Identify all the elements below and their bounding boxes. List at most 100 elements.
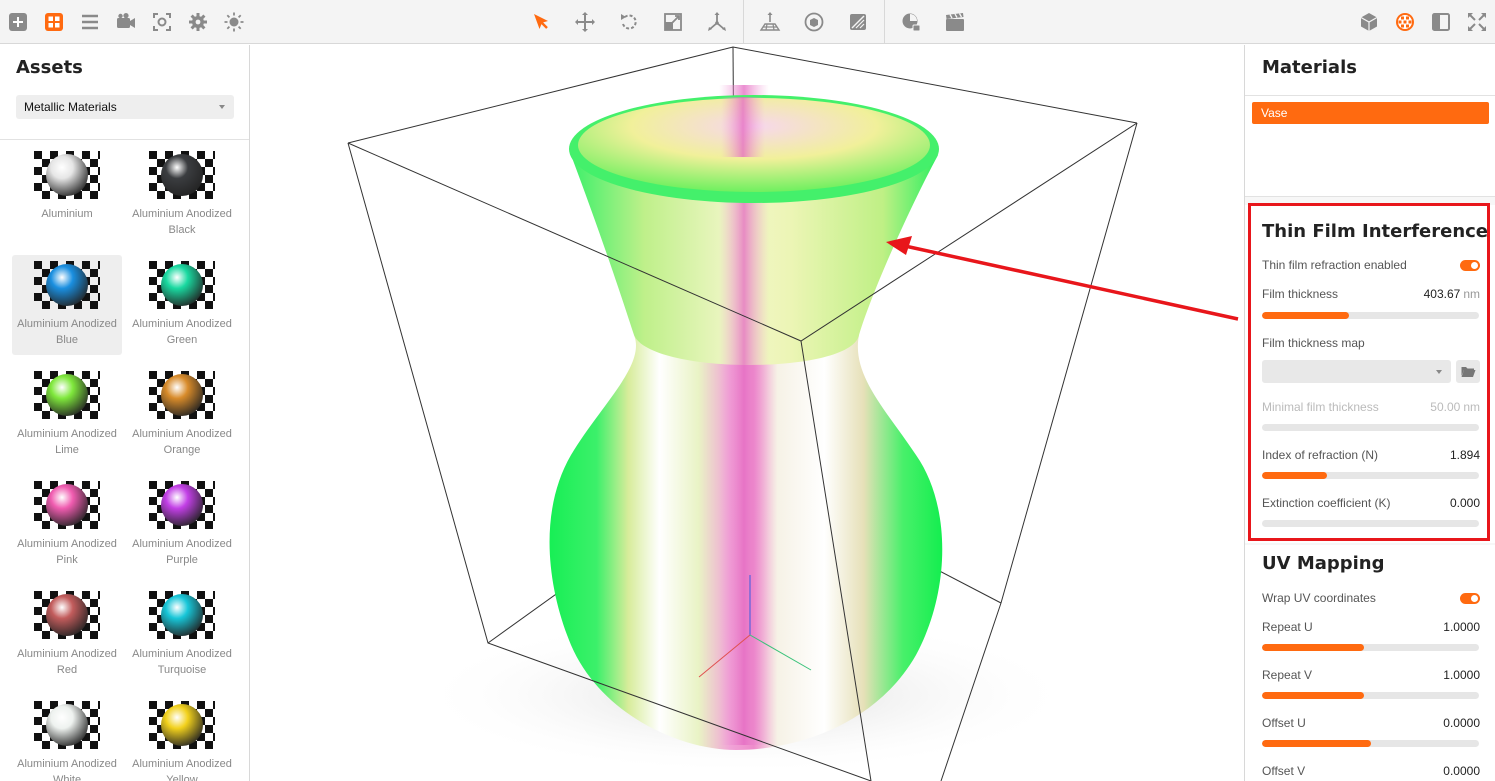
materials-panel: Materials Vase Thin Film Interference Th…	[1244, 45, 1495, 781]
3d-viewport[interactable]	[251, 45, 1244, 781]
assets-grid-icon[interactable]	[38, 6, 70, 38]
offset-u-slider-fill	[1262, 740, 1371, 747]
asset-label: Aluminium Anodized White	[17, 758, 117, 781]
asset-item[interactable]: Aluminium Anodized Red	[12, 585, 122, 685]
repeat-u-label: Repeat U	[1262, 620, 1313, 634]
extinction-slider[interactable]	[1262, 520, 1479, 527]
ground-icon[interactable]	[754, 6, 786, 38]
wrap-uv-toggle[interactable]	[1460, 593, 1480, 604]
min-film-thickness-label: Minimal film thickness	[1262, 400, 1379, 414]
animation-icon[interactable]	[939, 6, 971, 38]
asset-item[interactable]: Aluminium Anodized Pink	[12, 475, 122, 575]
repeat-v-label: Repeat V	[1262, 668, 1313, 682]
asset-item[interactable]: Aluminium Anodized Blue	[12, 255, 122, 355]
asset-category-value: Metallic Materials	[24, 100, 117, 114]
film-thickness-map-label: Film thickness map	[1262, 336, 1365, 350]
add-icon[interactable]	[2, 6, 34, 38]
repeat-u-slider-fill	[1262, 644, 1364, 651]
ior-slider[interactable]	[1262, 472, 1479, 479]
uv-mapping-title: UV Mapping	[1262, 553, 1385, 574]
repeat-u-value[interactable]: 1.0000	[1443, 620, 1480, 634]
material-thumbnail	[149, 481, 215, 529]
film-thickness-label: Film thickness	[1262, 287, 1339, 301]
camera-icon[interactable]	[110, 6, 142, 38]
repeat-v-value[interactable]: 1.0000	[1443, 668, 1480, 682]
material-thumbnail	[34, 591, 100, 639]
material-thumbnail	[149, 371, 215, 419]
layout-icon[interactable]	[1425, 6, 1457, 38]
materials-panel-title: Materials	[1262, 57, 1357, 78]
assets-panel: Assets Metallic Materials Aluminium Alumi…	[0, 45, 250, 781]
open-texture-button[interactable]	[1456, 360, 1480, 383]
film-thickness-map-select[interactable]	[1262, 360, 1451, 383]
offset-u-label: Offset U	[1262, 716, 1306, 730]
scale-icon[interactable]	[657, 6, 689, 38]
film-thickness-value: 403.67	[1423, 287, 1461, 301]
asset-category-select[interactable]: Metallic Materials	[16, 95, 234, 119]
material-thumbnail	[149, 591, 215, 639]
materials-header: Materials	[1245, 45, 1495, 95]
film-thickness-value-wrap[interactable]: 403.67 nm	[1424, 287, 1480, 301]
material-thumbnail	[149, 701, 215, 749]
scene-canvas	[347, 46, 1138, 781]
offset-u-slider[interactable]	[1262, 740, 1479, 747]
asset-label: Aluminium	[41, 208, 93, 220]
material-thumbnail	[34, 151, 100, 199]
material-thumbnail	[34, 261, 100, 309]
material-thumbnail	[149, 261, 215, 309]
asset-item[interactable]: Aluminium Anodized Green	[127, 255, 237, 355]
material-item-vase[interactable]: Vase	[1252, 102, 1489, 124]
extinction-value[interactable]: 0.000	[1450, 496, 1480, 510]
asset-item[interactable]: Aluminium Anodized Yellow	[127, 695, 237, 781]
uv-mapping-section: UV Mapping Wrap UV coordinates Repeat U …	[1245, 545, 1495, 781]
fullscreen-icon[interactable]	[1461, 6, 1493, 38]
offset-v-value[interactable]: 0.0000	[1443, 764, 1480, 778]
asset-item[interactable]: Aluminium Anodized Orange	[127, 365, 237, 465]
material-thumbnail	[34, 701, 100, 749]
ior-label: Index of refraction (N)	[1262, 448, 1379, 462]
asset-item[interactable]: Aluminium Anodized Turquoise	[127, 585, 237, 685]
min-film-thickness-value-wrap: 50.00 nm	[1430, 400, 1480, 414]
main-toolbar	[0, 0, 1495, 44]
repeat-v-slider[interactable]	[1262, 692, 1479, 699]
thin-film-enabled-toggle[interactable]	[1460, 260, 1480, 271]
thin-film-section: Thin Film Interference Thin film refract…	[1245, 205, 1495, 543]
asset-label: Aluminium Anodized Yellow	[132, 758, 232, 781]
asset-label: Aluminium Anodized Turquoise	[132, 648, 232, 676]
select-arrow-icon[interactable]	[525, 6, 557, 38]
pivot-icon[interactable]	[701, 6, 733, 38]
repeat-u-slider[interactable]	[1262, 644, 1479, 651]
film-thickness-slider[interactable]	[1262, 312, 1479, 319]
list-icon[interactable]	[74, 6, 106, 38]
film-thickness-slider-fill	[1262, 312, 1349, 319]
asset-item[interactable]: Aluminium Anodized Lime	[12, 365, 122, 465]
material-thumbnail	[34, 481, 100, 529]
light-icon[interactable]	[218, 6, 250, 38]
move-icon[interactable]	[569, 6, 601, 38]
toolbar-divider	[743, 0, 744, 44]
asset-item[interactable]: Aluminium Anodized Black	[127, 145, 237, 245]
reflection-stripe-top	[721, 97, 765, 157]
material-preview-icon[interactable]	[842, 6, 874, 38]
material-thumbnail	[34, 371, 100, 419]
asset-label: Aluminium Anodized Lime	[17, 428, 117, 456]
asset-item[interactable]: Aluminium Anodized White	[12, 695, 122, 781]
thin-film-title: Thin Film Interference	[1262, 221, 1489, 242]
environment-icon[interactable]	[798, 6, 830, 38]
asset-item[interactable]: Aluminium Anodized Purple	[127, 475, 237, 575]
materials-list-divider	[1245, 196, 1495, 197]
rotate-icon[interactable]	[613, 6, 645, 38]
offset-u-value[interactable]: 0.0000	[1443, 716, 1480, 730]
repeat-v-slider-fill	[1262, 692, 1364, 699]
materials-icon[interactable]	[1389, 6, 1421, 38]
scene-objects-icon[interactable]	[1353, 6, 1385, 38]
render-icon[interactable]	[895, 6, 927, 38]
asset-item[interactable]: Aluminium	[12, 145, 122, 245]
thin-film-enabled-label: Thin film refraction enabled	[1262, 258, 1407, 272]
asset-label: Aluminium Anodized Red	[17, 648, 117, 676]
focus-icon[interactable]	[146, 6, 178, 38]
ior-value[interactable]: 1.894	[1450, 448, 1480, 462]
materials-list: Vase	[1245, 96, 1495, 196]
gear-icon[interactable]	[182, 6, 214, 38]
asset-label: Aluminium Anodized Pink	[17, 538, 117, 566]
